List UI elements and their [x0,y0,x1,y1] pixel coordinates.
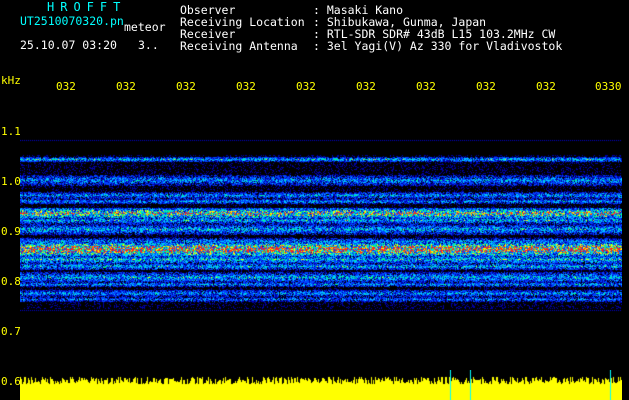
x-tick-label: 032 [296,80,316,93]
y-tick-label: 1.1 [1,125,21,138]
x-tick-label: 0330 [595,80,622,93]
app-title: HROFFT [47,0,127,14]
spectrogram[interactable] [20,94,622,370]
y-tick-label: 1.0 [1,175,21,188]
x-tick-label: 032 [416,80,436,93]
counter: 3.. [138,38,159,52]
mode-label: meteor [124,20,166,34]
x-tick-label: 032 [236,80,256,93]
y-tick-label: 0.8 [1,275,21,288]
info-label-antenna: Receiving Antenna [180,39,298,53]
filename: UT2510070320.pn [20,14,124,28]
y-tick-label: 0.7 [1,325,21,338]
info-value-antenna: : 3el Yagi(V) Az 330 for Vladivostok [313,39,563,53]
y-tick-label: 0.6 [1,375,21,388]
x-tick-label: 032 [176,80,196,93]
datetime: 25.10.07 03:20 [20,38,117,52]
signal-level-bars [20,370,622,400]
y-tick-label: 0.9 [1,225,21,238]
x-tick-label: 032 [356,80,376,93]
x-tick-label: 032 [476,80,496,93]
x-tick-label: 032 [56,80,76,93]
y-axis-unit: kHz [1,74,21,87]
x-tick-label: 032 [536,80,556,93]
x-tick-label: 032 [116,80,136,93]
